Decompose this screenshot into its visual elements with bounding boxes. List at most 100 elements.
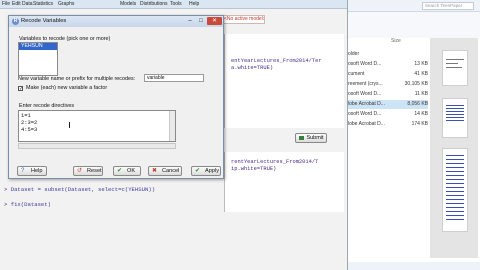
file-name: older <box>348 51 360 57</box>
reset-icon: ↺ <box>77 168 83 174</box>
file-name: osoft Word D... <box>348 61 382 67</box>
menu-file[interactable]: File <box>2 0 10 9</box>
text-line <box>446 219 464 220</box>
recode-directives-label: Enter recode directives <box>19 103 75 109</box>
file-name: lobe Acrobat D... <box>348 121 385 127</box>
directive-line: 1=1 <box>21 113 31 119</box>
text-line <box>446 179 464 180</box>
output-line: ip.white=TRUE) <box>231 166 277 172</box>
menu-tools[interactable]: Tools <box>170 0 182 9</box>
script-line: entYearLectures_From2014/Ter <box>231 58 322 64</box>
file-row[interactable]: reement (crys... 30,105 KB <box>348 80 428 89</box>
file-name: osoft Word D... <box>348 91 382 97</box>
file-name: lobe Acrobat D... <box>348 101 385 107</box>
size-column-header[interactable]: Size <box>391 38 401 44</box>
page-thumbnail <box>442 98 468 138</box>
text-line <box>446 183 464 184</box>
file-explorer-window: Search TeenPaper Size older osoft Word D… <box>347 0 480 270</box>
text-line <box>446 114 464 115</box>
factor-checkbox-label: Make (each) new variable a factor <box>26 85 108 91</box>
file-size: 8,056 KB <box>407 101 428 107</box>
text-line <box>446 155 464 156</box>
file-size: 30,105 KB <box>404 81 428 87</box>
menu-statistics[interactable]: Statistics <box>33 0 53 9</box>
horizontal-scrollbar[interactable] <box>18 143 176 149</box>
check-icon: ✔ <box>117 168 123 174</box>
text-line <box>446 187 464 188</box>
maximize-button[interactable]: □ <box>196 17 206 25</box>
apply-label: Apply <box>205 168 219 174</box>
text-line <box>446 167 464 168</box>
text-line <box>446 199 464 200</box>
menu-edit[interactable]: Edit <box>12 0 21 9</box>
file-row[interactable]: osoft Word D... 11 KB <box>348 90 428 99</box>
submit-icon <box>299 136 304 140</box>
menu-data[interactable]: Data <box>22 0 33 9</box>
minimize-button[interactable]: – <box>185 17 195 25</box>
r-logo-icon: R <box>12 18 19 25</box>
text-line <box>446 111 464 112</box>
menu-graphs[interactable]: Graphs <box>58 0 74 9</box>
submit-button[interactable]: Submit <box>295 133 327 143</box>
recode-directives-textarea[interactable]: 1=1 2:3=2 4:5=3 <box>18 110 176 142</box>
reset-button[interactable]: ↺ Reset <box>73 166 103 176</box>
variables-listbox[interactable]: YEHSUN <box>18 42 58 76</box>
close-button[interactable]: ✕ <box>207 17 222 25</box>
text-line <box>446 67 462 68</box>
text-line <box>446 108 464 109</box>
file-name: osoft Word D... <box>348 111 382 117</box>
text-line <box>446 59 464 60</box>
text-line <box>446 163 464 164</box>
output-line: rentYearLectures_From2014/T <box>231 159 319 165</box>
new-variable-input[interactable] <box>144 74 204 82</box>
file-row[interactable]: osoft Word D... 14 KB <box>348 110 428 119</box>
factor-checkbox[interactable]: ✓ <box>18 86 23 92</box>
apply-button[interactable]: ✔ Apply <box>191 166 221 176</box>
file-size: 41 KB <box>414 71 428 77</box>
preview-pane <box>430 38 478 258</box>
active-model-button[interactable]: <No active model> <box>221 15 265 24</box>
vertical-scrollbar[interactable] <box>169 111 175 141</box>
file-row[interactable]: cument 41 KB <box>348 70 428 79</box>
text-line <box>446 191 464 192</box>
variable-item[interactable]: YEHSUN <box>19 43 57 50</box>
ok-label: OK <box>127 168 136 174</box>
file-row[interactable]: older <box>348 50 428 59</box>
file-row[interactable]: lobe Acrobat D... 8,056 KB <box>348 100 428 109</box>
text-line <box>446 211 464 212</box>
file-size: 11 KB <box>414 91 428 97</box>
directive-line: 2:3=2 <box>21 120 38 126</box>
apply-icon: ✔ <box>195 168 201 174</box>
reset-label: Reset <box>87 168 102 174</box>
output-window[interactable]: rentYearLectures_From2014/T ip.white=TRU… <box>224 152 344 212</box>
help-label: Help <box>31 168 43 174</box>
recode-variables-dialog: R Recode Variables – □ ✕ Variables to re… <box>8 15 224 179</box>
cancel-button[interactable]: ✖ Cancel <box>148 166 182 176</box>
explorer-search-input[interactable]: Search TeenPaper <box>422 2 474 10</box>
text-line <box>446 203 464 204</box>
text-line <box>446 215 464 216</box>
file-row[interactable]: osoft Word D... 13 KB <box>348 60 428 69</box>
cancel-label: Cancel <box>162 168 180 174</box>
submit-label: Submit <box>306 135 324 141</box>
text-line <box>446 171 464 172</box>
menu-distributions[interactable]: Distributions <box>140 0 168 9</box>
text-line <box>446 63 458 64</box>
script-line: a.white=TRUE) <box>231 65 274 71</box>
help-button[interactable]: ? Help <box>17 166 47 176</box>
text-line <box>446 120 464 121</box>
file-name: reement (crys... <box>348 81 383 87</box>
console-line: > fix(Dataset) <box>4 201 51 208</box>
dialog-titlebar[interactable]: R Recode Variables – □ ✕ <box>9 16 223 27</box>
explorer-statusbar <box>348 262 480 270</box>
menu-help[interactable]: Help <box>189 0 199 9</box>
file-size: 13 KB <box>414 61 428 67</box>
text-line <box>446 105 464 106</box>
page-thumbnail <box>442 148 468 232</box>
ok-button[interactable]: ✔ OK <box>113 166 141 176</box>
text-line <box>446 159 464 160</box>
file-row[interactable]: lobe Acrobat D... 174 KB <box>348 120 428 129</box>
text-line <box>446 207 464 208</box>
menu-models[interactable]: Models <box>120 0 136 9</box>
script-window[interactable]: entYearLectures_From2014/Ter a.white=TRU… <box>224 34 344 128</box>
